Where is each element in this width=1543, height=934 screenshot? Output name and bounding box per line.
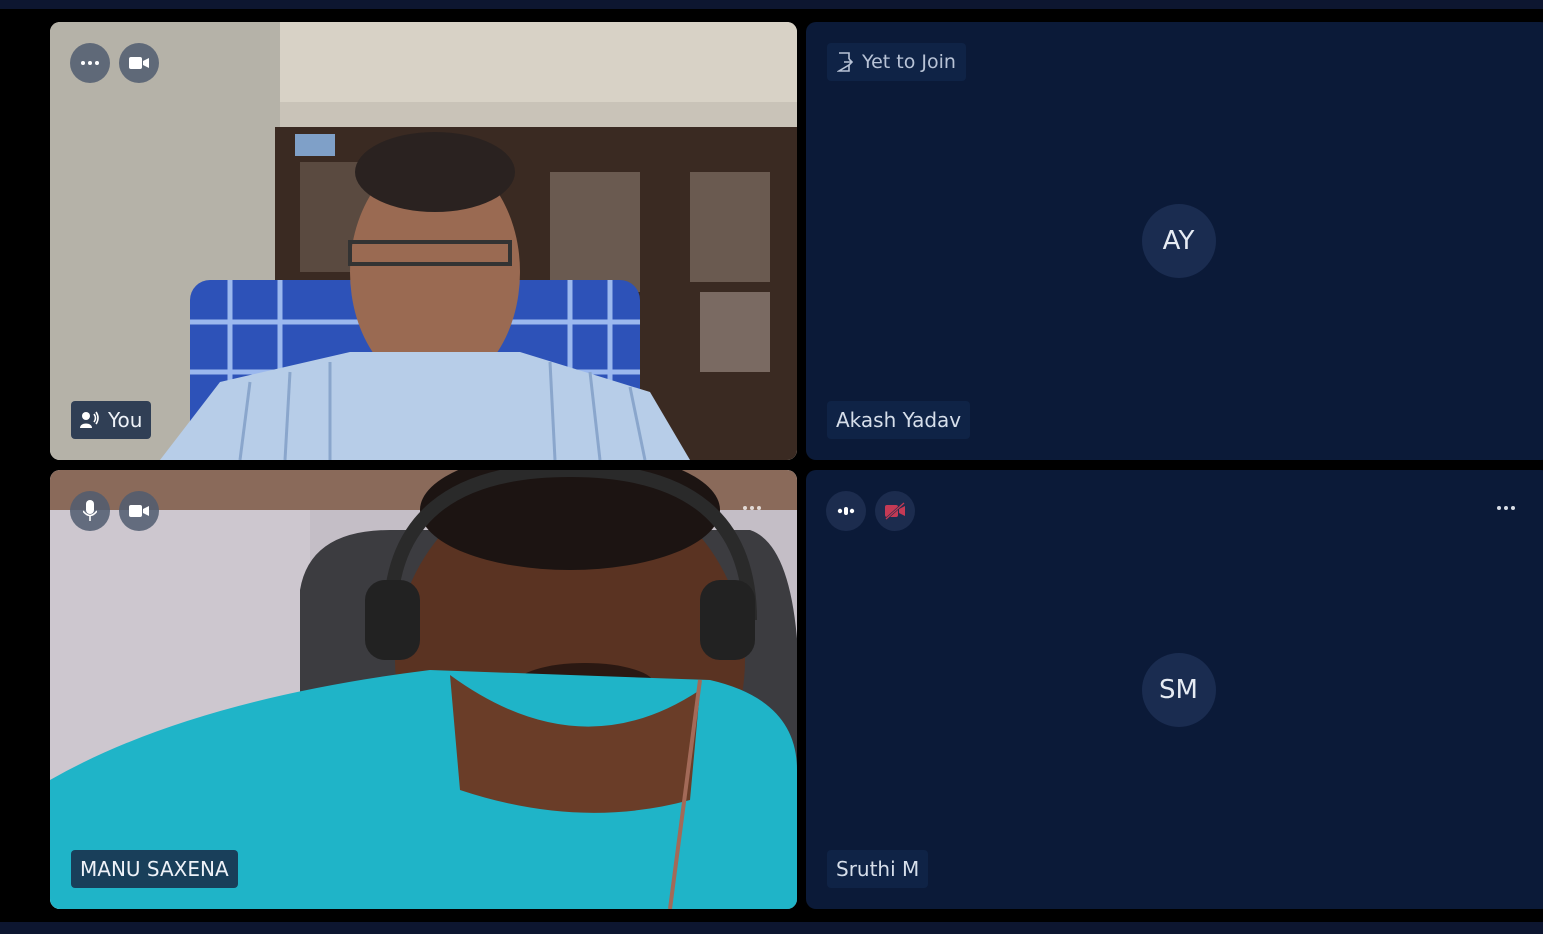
participant-name: MANU SAXENA bbox=[80, 857, 229, 881]
participant-name-tag: Sruthi M bbox=[827, 850, 929, 888]
participant-name-tag: Akash Yadav bbox=[827, 401, 971, 439]
more-options-icon[interactable] bbox=[743, 506, 761, 510]
join-status-text: Yet to Join bbox=[862, 51, 956, 73]
avatar: SM bbox=[1141, 652, 1216, 727]
tile-controls bbox=[70, 43, 159, 83]
participant-name-tag: You bbox=[71, 401, 152, 439]
join-status-badge: Yet to Join bbox=[827, 43, 966, 81]
participant-tile-akash-yadav[interactable]: Yet to Join AY Akash Yadav bbox=[806, 22, 1543, 460]
speaking-user-icon bbox=[80, 411, 99, 428]
tile-controls bbox=[70, 491, 159, 531]
exit-door-icon bbox=[837, 52, 853, 72]
bottom-frame-bar bbox=[0, 922, 1543, 934]
participant-name: You bbox=[108, 408, 143, 432]
participant-name: Sruthi M bbox=[836, 857, 920, 881]
participant-tile-you[interactable]: You bbox=[50, 22, 797, 460]
video-camera-icon[interactable] bbox=[119, 491, 159, 531]
participant-name: Akash Yadav bbox=[836, 408, 962, 432]
audio-level-icon[interactable] bbox=[826, 491, 866, 531]
self-camera-feed bbox=[50, 22, 797, 460]
more-options-icon[interactable] bbox=[70, 43, 110, 83]
avatar: AY bbox=[1141, 204, 1216, 278]
participant-tile-sruthi-m[interactable]: SM Sruthi M bbox=[806, 470, 1543, 909]
video-off-icon[interactable] bbox=[875, 491, 915, 531]
more-options-icon[interactable] bbox=[1497, 506, 1515, 510]
top-frame-bar bbox=[0, 0, 1543, 9]
video-camera-icon[interactable] bbox=[119, 43, 159, 83]
participant-tile-manu-saxena[interactable]: MANU SAXENA bbox=[50, 470, 797, 909]
microphone-icon[interactable] bbox=[70, 491, 110, 531]
participant-camera-feed bbox=[50, 470, 797, 909]
participant-name-tag: MANU SAXENA bbox=[71, 850, 238, 888]
tile-controls bbox=[826, 491, 915, 531]
